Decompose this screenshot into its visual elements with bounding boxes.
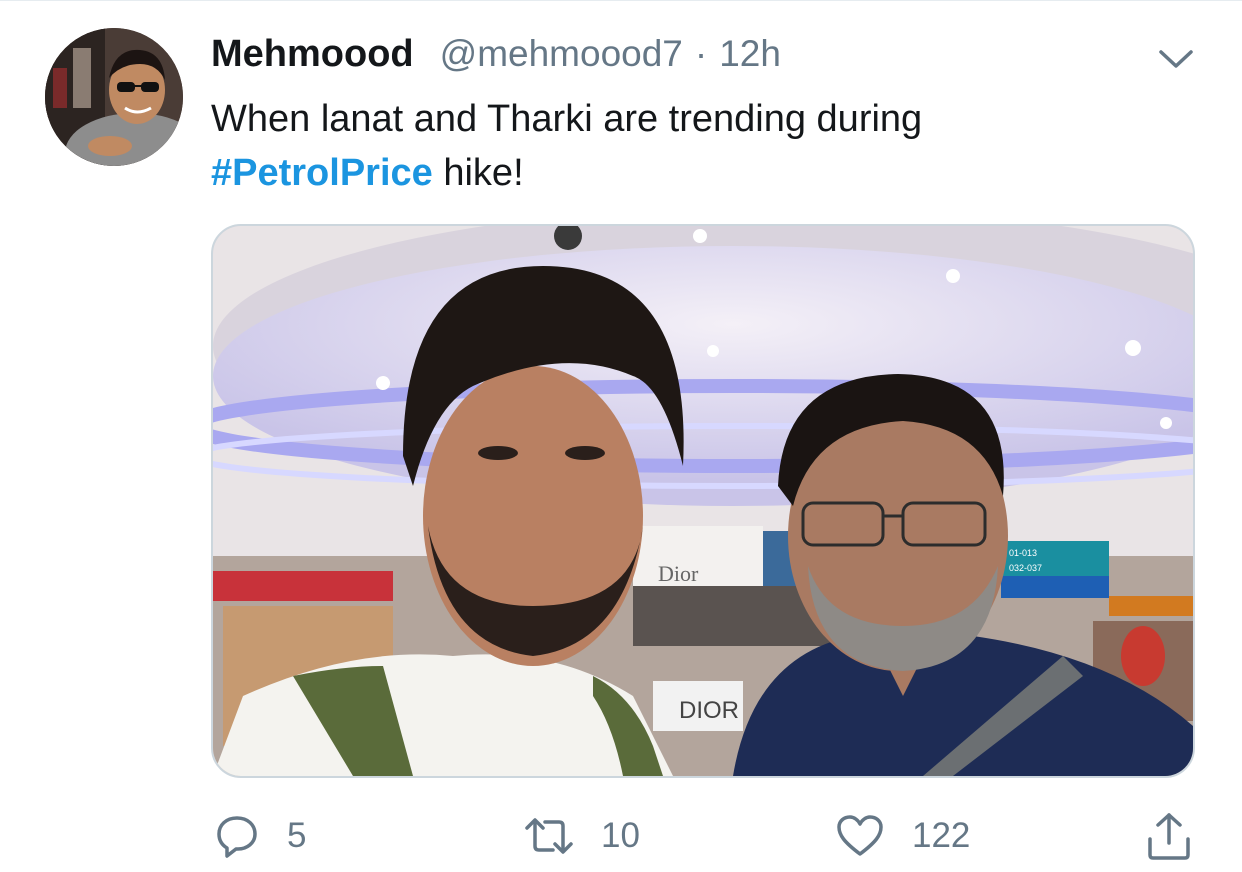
hashtag-link[interactable]: #PetrolPrice	[211, 152, 433, 194]
separator-dot: ·	[694, 33, 708, 74]
retweet-icon	[525, 818, 573, 854]
tweet-text-suffix: hike!	[432, 152, 524, 194]
retweet-count: 10	[601, 816, 640, 855]
share-icon	[1148, 813, 1190, 860]
chevron-down-icon[interactable]	[1156, 44, 1196, 74]
display-name[interactable]: Mehmoood	[211, 33, 414, 76]
avatar[interactable]	[45, 28, 183, 166]
reply-icon	[217, 816, 257, 858]
gate-sign-line1: 01-013	[1009, 548, 1037, 558]
action-bar: 5 10 122	[0, 806, 1242, 866]
gate-sign-line2: 032-037	[1009, 563, 1042, 573]
tweet-text: When lanat and Tharki are trending durin…	[211, 92, 1171, 200]
heart-icon	[837, 815, 883, 856]
retweet-button[interactable]: 10	[523, 806, 640, 866]
tweet-header: Mehmoood @mehmoood7 · 12h	[211, 33, 781, 79]
like-button[interactable]: 122	[836, 806, 970, 866]
top-divider	[0, 0, 1242, 1]
tweet-text-line: When lanat and Tharki are trending durin…	[211, 98, 923, 140]
user-handle[interactable]: @mehmoood7	[440, 33, 683, 75]
wall-sign-text: Dior	[658, 561, 699, 586]
store-sign-text: DIOR	[679, 697, 739, 724]
reply-button[interactable]: 5	[215, 806, 306, 866]
share-button[interactable]	[1146, 806, 1192, 866]
reply-count: 5	[287, 816, 307, 855]
tweet-media-photo[interactable]: Dior 01-013 032-037 DIOR	[211, 224, 1195, 778]
timestamp[interactable]: 12h	[719, 33, 781, 75]
like-count: 122	[912, 816, 971, 855]
